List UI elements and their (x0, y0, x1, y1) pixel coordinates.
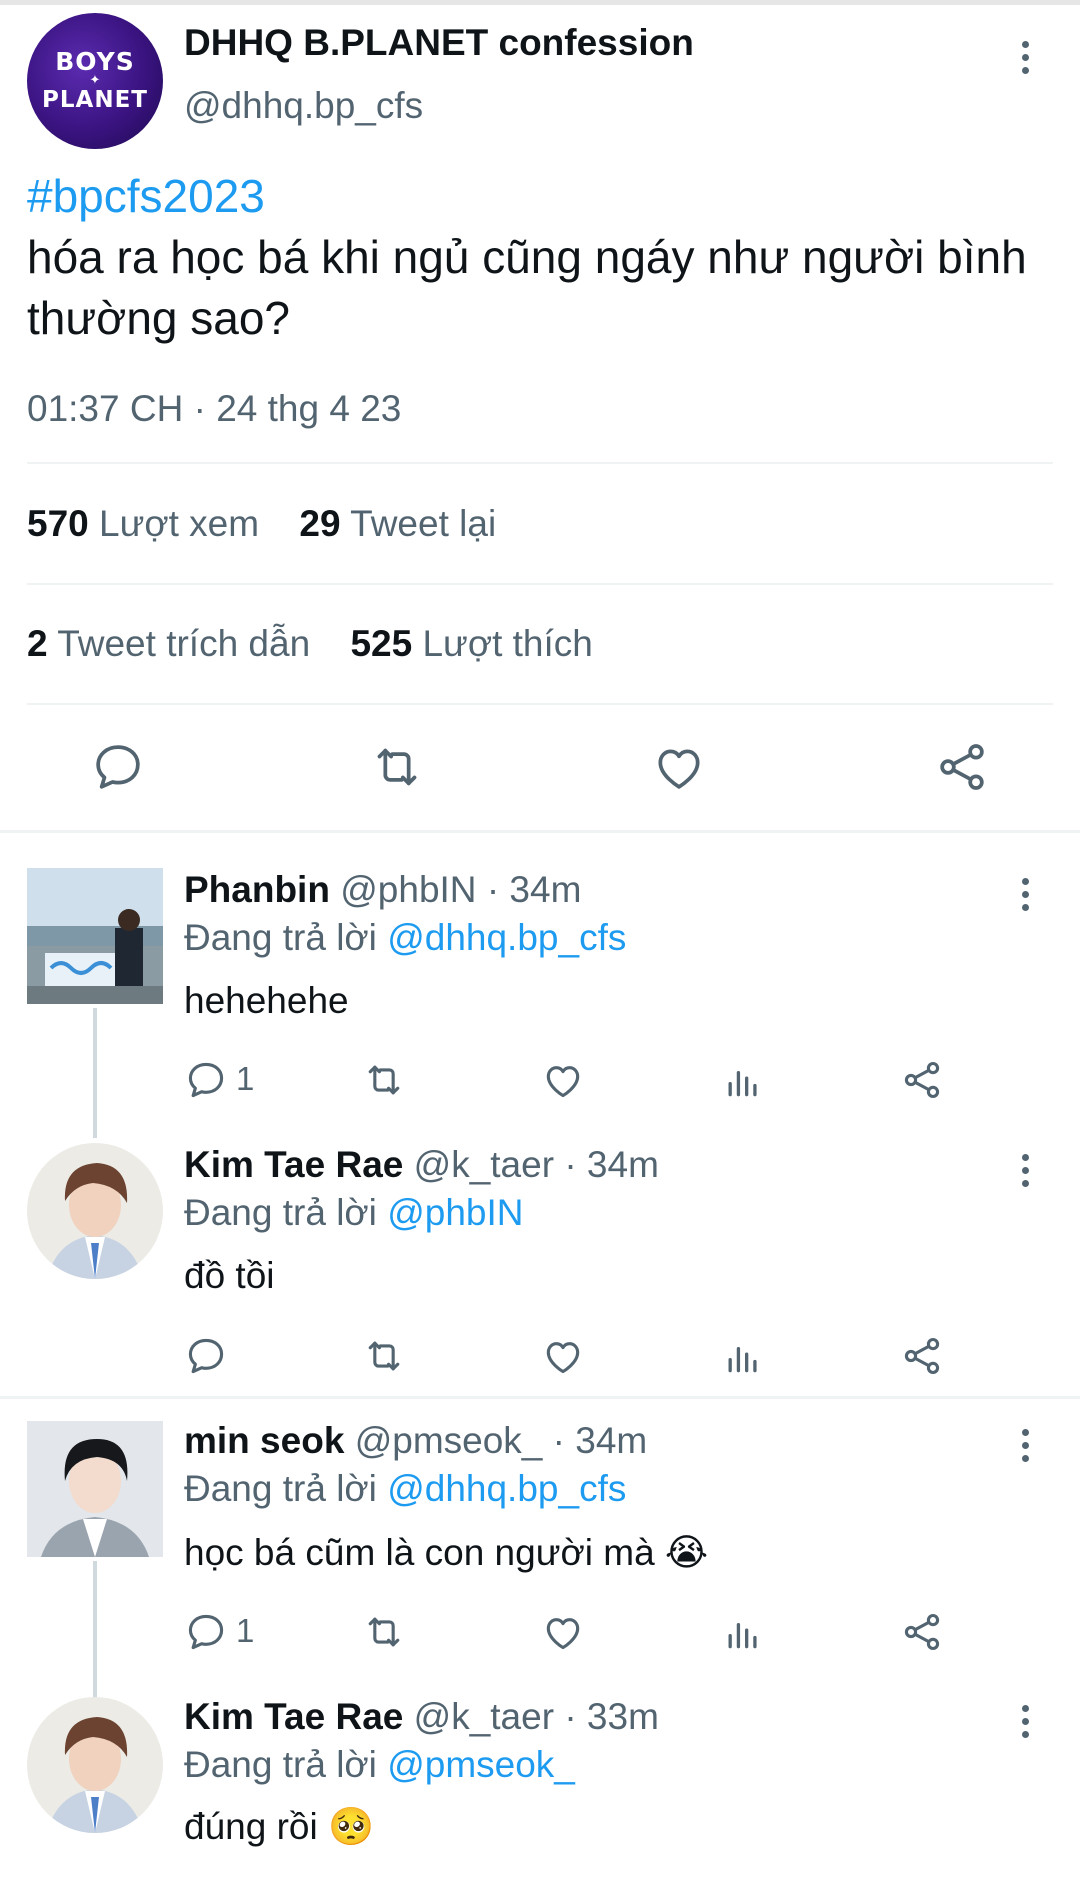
views-icon[interactable] (721, 1610, 765, 1654)
reply-action-bar: 1 (184, 1610, 964, 1654)
reply-author-handle[interactable]: @k_taer (414, 1144, 554, 1185)
reply-action-bar (184, 1334, 964, 1378)
reply-time: · 33m (564, 1696, 659, 1737)
reply-icon[interactable] (184, 1058, 228, 1102)
reply-header: min seok @pmseok_ · 34m (184, 1420, 647, 1462)
reply-count: 1 (236, 1060, 255, 1097)
replying-to-link[interactable]: @dhhq.bp_cfs (387, 917, 626, 958)
reply-header: Kim Tae Rae @k_taer · 34m (184, 1144, 659, 1186)
tweet-body: hóa ra học bá khi ngủ cũng ngáy như ngườ… (27, 231, 1027, 344)
avatar-logo-line2: PLANET (42, 87, 148, 113)
like-icon[interactable] (541, 1058, 585, 1102)
replying-to-link[interactable]: @dhhq.bp_cfs (387, 1468, 626, 1509)
replying-to-link[interactable]: @phbIN (387, 1192, 523, 1233)
reply-more-icon[interactable] (1020, 1429, 1030, 1462)
stats-row-2: 2 Tweet trích dẫn 525 Lượt thích (27, 623, 593, 665)
reply-header: Phanbin @phbIN · 34m (184, 869, 581, 911)
reply-time: · 34m (486, 869, 582, 910)
main-handle[interactable]: @dhhq.bp_cfs (184, 85, 423, 127)
reply-count: 1 (236, 1612, 255, 1649)
reply-text: đúng rồi 🥺 (184, 1806, 375, 1847)
main-display-name[interactable]: DHHQ B.PLANET confession (184, 22, 694, 64)
reply-author-name[interactable]: Kim Tae Rae (184, 1144, 403, 1185)
reply-text: hehehehe (184, 980, 349, 1021)
retweet-icon[interactable] (362, 1334, 406, 1378)
share-icon[interactable] (900, 1058, 944, 1102)
reply-author-handle[interactable]: @pmseok_ (355, 1420, 543, 1461)
retweet-icon[interactable] (362, 1058, 406, 1102)
replying-to-link[interactable]: @pmseok_ (387, 1744, 575, 1785)
reply-header: Kim Tae Rae @k_taer · 33m (184, 1696, 659, 1738)
reply-avatar-kim-tae-rae[interactable] (27, 1143, 163, 1279)
like-icon[interactable] (651, 739, 707, 795)
avatar-logo-star: ✦ (89, 73, 101, 88)
reply-more-icon[interactable] (1020, 878, 1030, 911)
replying-to-line: Đang trả lời @phbIN (184, 1192, 524, 1233)
reply-avatar-kim-tae-rae[interactable] (27, 1697, 163, 1833)
reply-icon[interactable] (184, 1610, 228, 1654)
reply-more-icon[interactable] (1020, 1154, 1030, 1187)
reply-author-name[interactable]: min seok (184, 1420, 344, 1461)
like-icon[interactable] (541, 1334, 585, 1378)
retweet-icon[interactable] (369, 739, 425, 795)
divider (27, 703, 1053, 705)
avatar-logo-line1: BOYS (55, 47, 135, 76)
reply-more-icon[interactable] (1020, 1705, 1030, 1738)
main-avatar[interactable]: BOYS ✦ PLANET (27, 13, 163, 149)
likes-stat[interactable]: 525 Lượt thích (350, 623, 592, 664)
reply-avatar-phanbin[interactable] (27, 868, 163, 1004)
section-divider (0, 1396, 1080, 1399)
divider (27, 462, 1053, 464)
views-icon[interactable] (721, 1058, 765, 1102)
replying-to-line: Đang trả lời @dhhq.bp_cfs (184, 917, 627, 958)
quotes-stat[interactable]: 2 Tweet trích dẫn (27, 623, 310, 664)
like-icon[interactable] (541, 1610, 585, 1654)
reply-icon[interactable] (90, 739, 146, 795)
reply-text: đồ tồi (184, 1255, 275, 1296)
retweet-icon[interactable] (362, 1610, 406, 1654)
main-more-icon[interactable] (1020, 41, 1030, 74)
reply-icon[interactable] (184, 1334, 228, 1378)
views-stat[interactable]: 570 Lượt xem (27, 503, 259, 544)
reply-author-name[interactable]: Phanbin (184, 869, 330, 910)
reply-time: · 34m (564, 1144, 659, 1185)
thread-line (93, 1008, 97, 1138)
section-divider (0, 830, 1080, 833)
top-edge (0, 0, 1080, 5)
share-icon[interactable] (900, 1334, 944, 1378)
retweets-stat[interactable]: 29 Tweet lại (299, 503, 496, 544)
share-icon[interactable] (934, 739, 990, 795)
reply-text: học bá cũm là con người mà 😭 (184, 1532, 709, 1573)
reply-time: · 34m (552, 1420, 648, 1461)
replying-to-line: Đang trả lời @pmseok_ (184, 1744, 575, 1785)
stats-row-1: 570 Lượt xem 29 Tweet lại (27, 503, 496, 545)
thread-line (93, 1561, 97, 1701)
reply-action-bar: 1 (184, 1058, 964, 1102)
main-tweet-text: #bpcfs2023 hóa ra học bá khi ngủ cũng ng… (27, 166, 1047, 349)
tweet-timestamp[interactable]: 01:37 CH · 24 thg 4 23 (27, 388, 401, 430)
share-icon[interactable] (900, 1610, 944, 1654)
hashtag-link[interactable]: #bpcfs2023 (27, 166, 1047, 227)
reply-avatar-min-seok[interactable] (27, 1421, 163, 1557)
replying-to-line: Đang trả lời @dhhq.bp_cfs (184, 1468, 627, 1509)
views-icon[interactable] (721, 1334, 765, 1378)
divider (27, 583, 1053, 585)
reply-author-handle[interactable]: @phbIN (340, 869, 476, 910)
reply-author-handle[interactable]: @k_taer (414, 1696, 554, 1737)
reply-author-name[interactable]: Kim Tae Rae (184, 1696, 403, 1737)
